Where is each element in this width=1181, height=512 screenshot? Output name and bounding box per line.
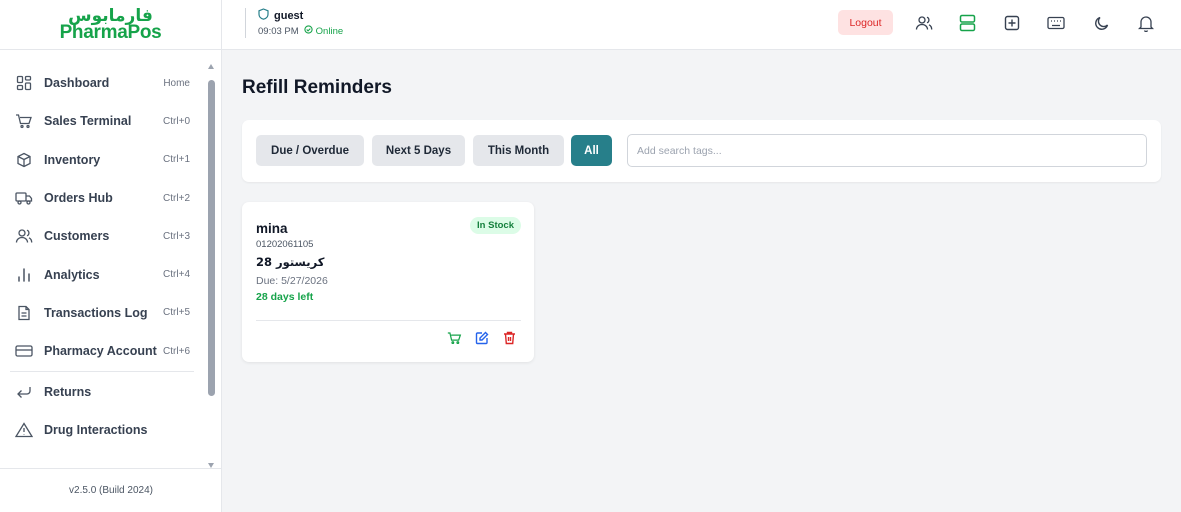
- page-title: Refill Reminders: [242, 77, 392, 98]
- logout-button[interactable]: Logout: [838, 10, 893, 35]
- refill-reminder-card: In Stock mina 01202061105 كريستور 28 Due…: [242, 202, 534, 362]
- return-arrow-icon: [15, 383, 33, 401]
- truck-icon: [15, 189, 33, 207]
- sidebar-item-shortcut: Ctrl+0: [163, 115, 190, 127]
- sidebar-item-shortcut: Ctrl+4: [163, 269, 190, 281]
- sidebar-item-shortcut: Ctrl+3: [163, 230, 190, 242]
- filter-due-overdue-button[interactable]: Due / Overdue: [256, 135, 364, 166]
- filter-this-month-button[interactable]: This Month: [473, 135, 564, 166]
- shield-icon: [258, 8, 269, 23]
- sidebar-item-orders-hub[interactable]: Orders Hub Ctrl+2: [0, 179, 204, 217]
- bell-icon[interactable]: [1135, 12, 1157, 34]
- scrollbar-thumb[interactable]: [208, 80, 215, 396]
- trash-icon[interactable]: [501, 330, 517, 346]
- bar-chart-icon: [15, 266, 33, 284]
- edit-icon[interactable]: [474, 330, 490, 346]
- sidebar-item-label: Drug Interactions: [44, 422, 148, 437]
- user-name: guest: [274, 9, 304, 22]
- drug-name: كريستور 28: [256, 255, 325, 269]
- clock-time: 09:03 PM: [258, 25, 299, 37]
- dashboard-grid-icon: [15, 74, 33, 92]
- plus-square-icon[interactable]: [1001, 12, 1023, 34]
- sidebar-nav: Dashboard Home Sales Terminal Ctrl+0 Inv…: [0, 64, 204, 466]
- warning-triangle-icon: [15, 421, 33, 439]
- search-tags-input[interactable]: Add search tags...: [627, 134, 1147, 167]
- app-logo[interactable]: فارمابوس PharmaPos: [0, 0, 221, 50]
- sidebar-item-drug-interactions[interactable]: Drug Interactions: [0, 411, 204, 449]
- top-header: guest 09:03 PM Online Logout: [222, 0, 1181, 50]
- sidebar-item-shortcut: Ctrl+5: [163, 307, 190, 319]
- sidebar-item-label: Returns: [44, 384, 92, 399]
- app-version: v2.5.0 (Build 2024): [0, 468, 222, 512]
- sidebar-item-analytics[interactable]: Analytics Ctrl+4: [0, 255, 204, 293]
- sidebar-item-shortcut: Ctrl+2: [163, 192, 190, 204]
- stock-status-badge: In Stock: [470, 217, 521, 234]
- sidebar-item-sales-terminal[interactable]: Sales Terminal Ctrl+0: [0, 102, 204, 140]
- filter-all-button[interactable]: All: [571, 135, 612, 166]
- sidebar-item-returns[interactable]: Returns: [0, 372, 204, 410]
- scroll-up-arrow[interactable]: [208, 64, 214, 69]
- sidebar-item-shortcut: Ctrl+6: [163, 345, 190, 357]
- credit-card-icon: [15, 342, 33, 360]
- box-icon: [15, 151, 33, 169]
- keyboard-icon[interactable]: [1045, 12, 1067, 34]
- users-icon[interactable]: [913, 12, 935, 34]
- cart-icon[interactable]: [446, 330, 462, 346]
- logo-english-text: PharmaPos: [59, 22, 162, 43]
- users-icon: [15, 227, 33, 245]
- online-status: Online: [304, 25, 343, 37]
- days-left: 28 days left: [256, 291, 314, 303]
- sidebar-item-transactions-log[interactable]: Transactions Log Ctrl+5: [0, 294, 204, 332]
- customer-name: mina: [256, 221, 288, 236]
- cart-icon: [15, 112, 33, 130]
- file-text-icon: [15, 304, 33, 322]
- sidebar-item-shortcut: Ctrl+1: [163, 154, 190, 166]
- user-info: guest 09:03 PM Online: [245, 8, 343, 38]
- check-circle-icon: [304, 25, 313, 37]
- online-status-text: Online: [315, 25, 344, 37]
- sidebar-item-inventory[interactable]: Inventory Ctrl+1: [0, 141, 204, 179]
- sidebar-item-shortcut: Home: [163, 77, 190, 89]
- sidebar: فارمابوس PharmaPos Dashboard Home Sales …: [0, 0, 222, 512]
- customer-phone: 01202061105: [256, 239, 314, 250]
- moon-icon[interactable]: [1091, 12, 1113, 34]
- sidebar-item-customers[interactable]: Customers Ctrl+3: [0, 217, 204, 255]
- filter-next-5-days-button[interactable]: Next 5 Days: [372, 135, 465, 166]
- sidebar-item-pharmacy-account[interactable]: Pharmacy Account Ctrl+6: [0, 332, 204, 370]
- sidebar-item-dashboard[interactable]: Dashboard Home: [0, 64, 204, 102]
- user-name-row: guest: [258, 8, 343, 23]
- due-date: Due: 5/27/2026: [256, 275, 328, 287]
- card-divider: [256, 320, 521, 321]
- user-meta: 09:03 PM Online: [258, 25, 343, 37]
- filter-bar: Due / Overdue Next 5 Days This Month All…: [242, 120, 1161, 182]
- layout-icon[interactable]: [956, 12, 978, 34]
- sidebar-scrollbar[interactable]: [207, 64, 216, 468]
